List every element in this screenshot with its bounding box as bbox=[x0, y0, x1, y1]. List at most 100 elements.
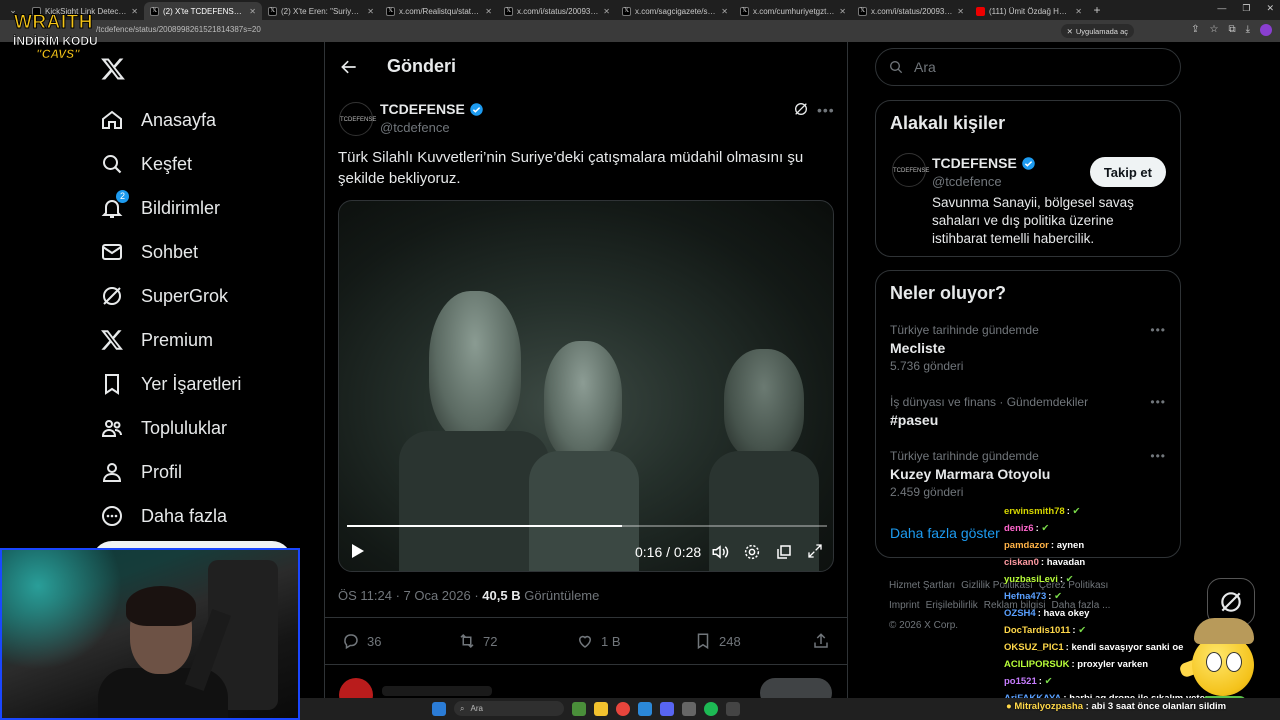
sidebar-item-bildirimler[interactable]: 2 Bildirimler bbox=[100, 186, 241, 230]
picture-in-picture-icon[interactable] bbox=[775, 543, 793, 561]
more-options-icon[interactable]: ••• bbox=[1150, 449, 1166, 463]
sidebar-item-profil[interactable]: Profil bbox=[100, 450, 241, 494]
volume-icon[interactable] bbox=[711, 543, 729, 561]
author-name[interactable]: TCDEFENSE bbox=[380, 101, 465, 117]
windows-start-icon[interactable] bbox=[432, 701, 446, 716]
chat-username: ACILIPORSUK bbox=[1004, 659, 1070, 670]
repost-button[interactable]: 72 bbox=[458, 632, 497, 650]
chat-message: pamdazor: aynen bbox=[1004, 540, 1085, 551]
search-box[interactable]: Ara bbox=[875, 48, 1181, 86]
divider bbox=[325, 664, 847, 665]
x-logo-icon[interactable] bbox=[100, 56, 126, 82]
chrome-icon[interactable] bbox=[616, 701, 630, 716]
main-column-border-left bbox=[324, 42, 325, 720]
taskbar-search[interactable]: ⌕ Ara bbox=[454, 701, 564, 716]
sidebar-item-topluluklar[interactable]: Topluluklar bbox=[100, 406, 241, 450]
sponsor-overlay-logo: WRAITH İNDİRİM KODU "CAVS" bbox=[10, 6, 102, 62]
related-avatar[interactable]: TCDEFENSE bbox=[892, 153, 929, 187]
sidebar-item-daha-fazla[interactable]: Daha fazla bbox=[100, 494, 241, 538]
trend-item[interactable]: Türkiye tarihinde gündemde Kuzey Marmara … bbox=[890, 449, 1166, 499]
browser-tab-strip: ⌄ KickSight Link Detector ✕ 𝕏 (2) X'te TCDE… bbox=[0, 0, 1280, 20]
sidebar-item-anasayfa[interactable]: Anasayfa bbox=[100, 98, 241, 142]
tab-close-icon[interactable]: ✕ bbox=[603, 7, 610, 16]
browser-tab[interactable]: 𝕏 (2) X'te TCDEFENSE: "Türk Silahlı ✕ bbox=[144, 2, 262, 20]
browser-tab[interactable]: 𝕏x.com/i/status/200930582057✕ bbox=[852, 2, 970, 20]
footer-link[interactable]: Imprint bbox=[889, 600, 920, 611]
sidebar-item-yer-i-şaretleri[interactable]: Yer İşaretleri bbox=[100, 362, 241, 406]
tab-close-icon[interactable]: ✕ bbox=[957, 7, 964, 16]
search-input[interactable]: Ara bbox=[914, 59, 936, 75]
sidebar-item-sohbet[interactable]: Sohbet bbox=[100, 230, 241, 274]
reply-button[interactable]: 36 bbox=[342, 632, 381, 650]
bookmark-button[interactable]: 248 bbox=[694, 632, 741, 650]
app-icon[interactable] bbox=[682, 701, 696, 716]
browser-tab[interactable]: 𝕏 (2) X'te Eren: "Suriye ordusundan ✕ bbox=[262, 2, 380, 20]
download-icon[interactable]: ⤓ bbox=[1246, 24, 1250, 36]
like-button[interactable]: 1 B bbox=[576, 632, 621, 650]
tab-close-icon[interactable]: ✕ bbox=[249, 7, 256, 16]
more-options-icon[interactable]: ••• bbox=[1150, 323, 1166, 337]
tab-close-icon[interactable]: ✕ bbox=[839, 7, 846, 16]
related-name[interactable]: TCDEFENSE bbox=[932, 155, 1017, 171]
browser-tab[interactable]: 𝕏x.com/i/status/200930918242C✕ bbox=[498, 2, 616, 20]
post-actions: 36 72 1 B 248 bbox=[342, 632, 832, 650]
chat-ticker: ● Mitralyozpasha : abi 3 saat önce olanl… bbox=[1006, 701, 1227, 712]
play-icon[interactable] bbox=[351, 543, 365, 559]
more-options-icon[interactable]: ••• bbox=[1150, 395, 1166, 409]
chat-username: deniz6 bbox=[1004, 523, 1034, 534]
ticker-icon: ● bbox=[1006, 701, 1012, 712]
tab-title: x.com/i/status/200930918242C bbox=[517, 6, 600, 16]
show-more-link[interactable]: Daha fazla göster bbox=[890, 525, 1000, 541]
tab-close-icon[interactable]: ✕ bbox=[1075, 7, 1082, 16]
related-people-card: Alakalı kişiler TCDEFENSE TCDEFENSE @tcd… bbox=[875, 100, 1181, 257]
browser-tab[interactable]: 𝕏x.com/Realistqu/status/200930✕ bbox=[380, 2, 498, 20]
url-field[interactable]: /tcdefence/status/2008998261521814387s=2… bbox=[96, 25, 261, 34]
spotify-icon[interactable] bbox=[704, 701, 718, 716]
browser-tab[interactable]: 𝕏x.com/cumhuriyetgzt/status/19 ✕ bbox=[734, 2, 852, 20]
video-player[interactable]: 0:16 / 0:28 bbox=[338, 200, 834, 572]
profile-avatar-icon[interactable] bbox=[1260, 24, 1272, 36]
store-icon[interactable] bbox=[638, 701, 652, 716]
open-in-app-button[interactable]: ✕ Uygulamada aç bbox=[1060, 24, 1134, 38]
close-window-icon[interactable]: ✕ bbox=[1266, 3, 1274, 14]
tab-close-icon[interactable]: ✕ bbox=[367, 7, 374, 16]
tab-close-icon[interactable]: ✕ bbox=[131, 7, 138, 16]
verified-badge-icon bbox=[470, 102, 483, 116]
settings-gear-icon[interactable] bbox=[743, 543, 761, 561]
related-handle[interactable]: @tcdefence bbox=[932, 174, 1002, 189]
extensions-icon[interactable]: ⧉ bbox=[1228, 24, 1235, 36]
trend-context: Türkiye tarihinde gündemde bbox=[890, 323, 1039, 337]
browser-tab[interactable]: (111) Ümit Özdağ Hamaney'in ✕ bbox=[970, 2, 1088, 20]
sidebar-item-premium[interactable]: Premium bbox=[100, 318, 241, 362]
widget-icon[interactable] bbox=[572, 701, 586, 716]
app-icon[interactable] bbox=[726, 701, 740, 716]
maximize-icon[interactable]: ❐ bbox=[1242, 3, 1250, 14]
file-explorer-icon[interactable] bbox=[594, 701, 608, 716]
sidebar-item-keşfet[interactable]: Keşfet bbox=[100, 142, 241, 186]
star-icon[interactable]: ☆ bbox=[1209, 24, 1218, 36]
author-avatar[interactable]: TCDEFENSE bbox=[339, 102, 376, 136]
tab-close-icon[interactable]: ✕ bbox=[721, 7, 728, 16]
sidebar-item-supergrok[interactable]: SuperGrok bbox=[100, 274, 241, 318]
author-handle[interactable]: @tcdefence bbox=[380, 120, 484, 135]
new-tab-button[interactable]: + bbox=[1088, 3, 1106, 17]
bookmark-icon bbox=[100, 372, 124, 396]
trend-item[interactable]: Türkiye tarihinde gündemde Mecliste 5.736 … bbox=[890, 323, 1166, 373]
trend-item[interactable]: İş dünyası ve finans · Gündemdekiler #pas… bbox=[890, 395, 1166, 428]
follow-button[interactable]: Takip et bbox=[1089, 157, 1166, 187]
back-arrow-icon[interactable] bbox=[339, 57, 359, 77]
share-icon[interactable]: ⇪ bbox=[1191, 24, 1199, 36]
footer-link[interactable]: Hizmet Şartları bbox=[889, 580, 955, 591]
post-timestamp[interactable]: ÖS 11:24 · 7 Oca 2026 · bbox=[338, 588, 482, 603]
fullscreen-icon[interactable] bbox=[807, 543, 823, 559]
more-options-icon[interactable]: ••• bbox=[817, 102, 835, 118]
discord-icon[interactable] bbox=[660, 701, 674, 716]
tab-close-icon[interactable]: ✕ bbox=[485, 7, 492, 16]
footer-link[interactable]: Erişilebilirlik bbox=[926, 600, 978, 611]
tab-title: (2) X'te TCDEFENSE: "Türk Silahlı bbox=[163, 6, 245, 16]
browser-tab[interactable]: 𝕏x.com/sagcigazete/status/2009 ✕ bbox=[616, 2, 734, 20]
video-progress-bar[interactable] bbox=[347, 525, 827, 527]
minimize-icon[interactable]: — bbox=[1217, 3, 1226, 14]
share-button[interactable] bbox=[812, 632, 830, 650]
grok-icon[interactable] bbox=[793, 101, 809, 117]
